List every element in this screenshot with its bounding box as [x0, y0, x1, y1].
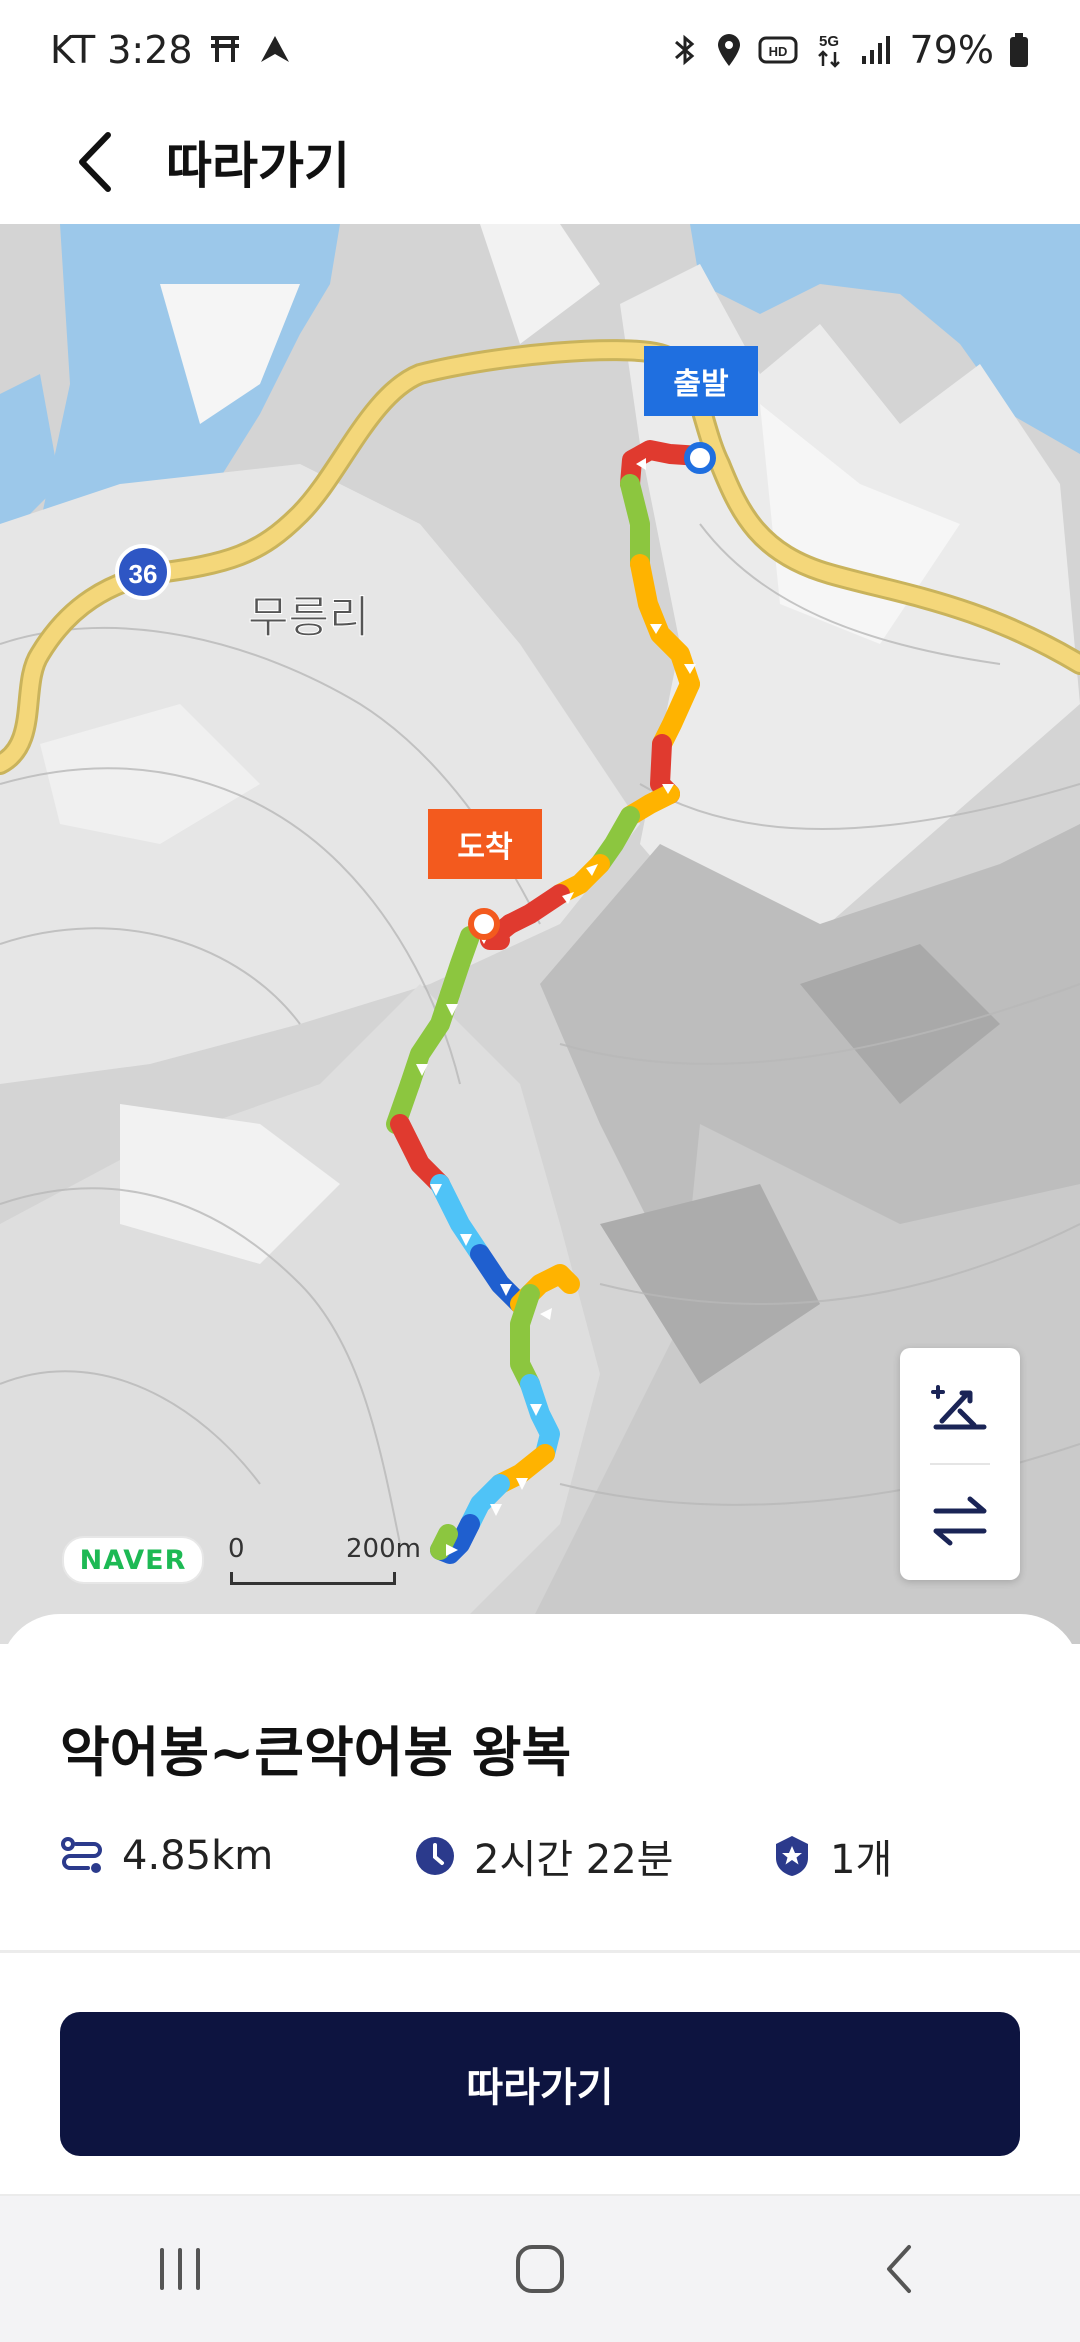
naver-logo: NAVER	[62, 1536, 204, 1584]
section-divider	[0, 1950, 1080, 1953]
trail-map[interactable]: 36 무릉리 출발 도착 NAVER 0 200m	[0, 224, 1080, 1644]
back-button[interactable]	[60, 127, 130, 197]
road-number-text: 36	[129, 559, 158, 589]
battery-percent: 79%	[909, 28, 994, 72]
route-name: 악어봉~큰악어봉 왕복	[60, 1721, 572, 1784]
scale-length: 200m	[346, 1534, 421, 1564]
start-tag[interactable]: 출발	[644, 346, 758, 416]
elevation-icon	[931, 1385, 987, 1430]
5g-icon: 5G	[812, 30, 846, 70]
badge-shield-icon	[776, 1836, 808, 1876]
back-icon	[887, 2245, 911, 2293]
scale-bar	[230, 1572, 396, 1585]
badge-count: 1개	[830, 1837, 893, 1883]
status-left: KT 3:28	[50, 28, 293, 72]
distance-icon	[61, 1837, 102, 1873]
bluetooth-icon	[670, 32, 700, 68]
system-nav-bar	[0, 2194, 1080, 2342]
battery-icon	[1008, 32, 1030, 68]
distance-stat: 4.85km	[60, 1826, 273, 1886]
location-icon	[714, 32, 744, 68]
app-bar: 따라가기	[0, 100, 1080, 224]
distance-value: 4.85km	[122, 1833, 274, 1879]
nav-back-button[interactable]	[840, 2209, 960, 2329]
follow-button[interactable]: 따라가기	[60, 2012, 1020, 2156]
controls-divider	[930, 1463, 990, 1465]
road-number-shield: 36	[115, 544, 171, 600]
map-scale: 0 200m	[228, 1534, 421, 1586]
svg-text:5G: 5G	[819, 33, 839, 50]
svg-text:HD: HD	[768, 44, 787, 59]
home-button[interactable]	[480, 2209, 600, 2329]
duration-value: 2시간 22분	[474, 1837, 674, 1883]
duration-stat: 2시간 22분	[414, 1826, 673, 1886]
swap-direction-button[interactable]	[900, 1466, 1020, 1576]
recent-apps-button[interactable]	[120, 2209, 240, 2329]
signal-icon	[860, 34, 896, 66]
route-stats: 4.85km 2시간 22분 1개	[60, 1826, 1040, 1886]
home-icon	[516, 2245, 564, 2293]
recent-apps-icon	[160, 2248, 200, 2290]
scale-zero: 0	[228, 1534, 245, 1564]
tmap-icon	[207, 32, 243, 68]
status-right: HD 5G 79%	[670, 28, 1030, 72]
chevron-left-icon	[79, 132, 111, 192]
place-label: 무릉리	[248, 592, 369, 643]
status-bar: KT 3:28 HD 5G 79%	[0, 0, 1080, 100]
end-marker[interactable]	[468, 908, 500, 940]
carrier-time: KT 3:28	[50, 28, 193, 72]
navigation-app-icon	[257, 32, 293, 68]
start-marker[interactable]	[684, 442, 716, 474]
clock-icon	[416, 1837, 454, 1875]
swap-direction-icon	[933, 1496, 987, 1546]
map-controls	[900, 1348, 1020, 1580]
elevation-button[interactable]	[900, 1352, 1020, 1462]
hd-icon: HD	[758, 35, 798, 65]
end-tag[interactable]: 도착	[428, 809, 542, 879]
page-title: 따라가기	[166, 137, 350, 195]
badge-stat: 1개	[772, 1826, 892, 1886]
